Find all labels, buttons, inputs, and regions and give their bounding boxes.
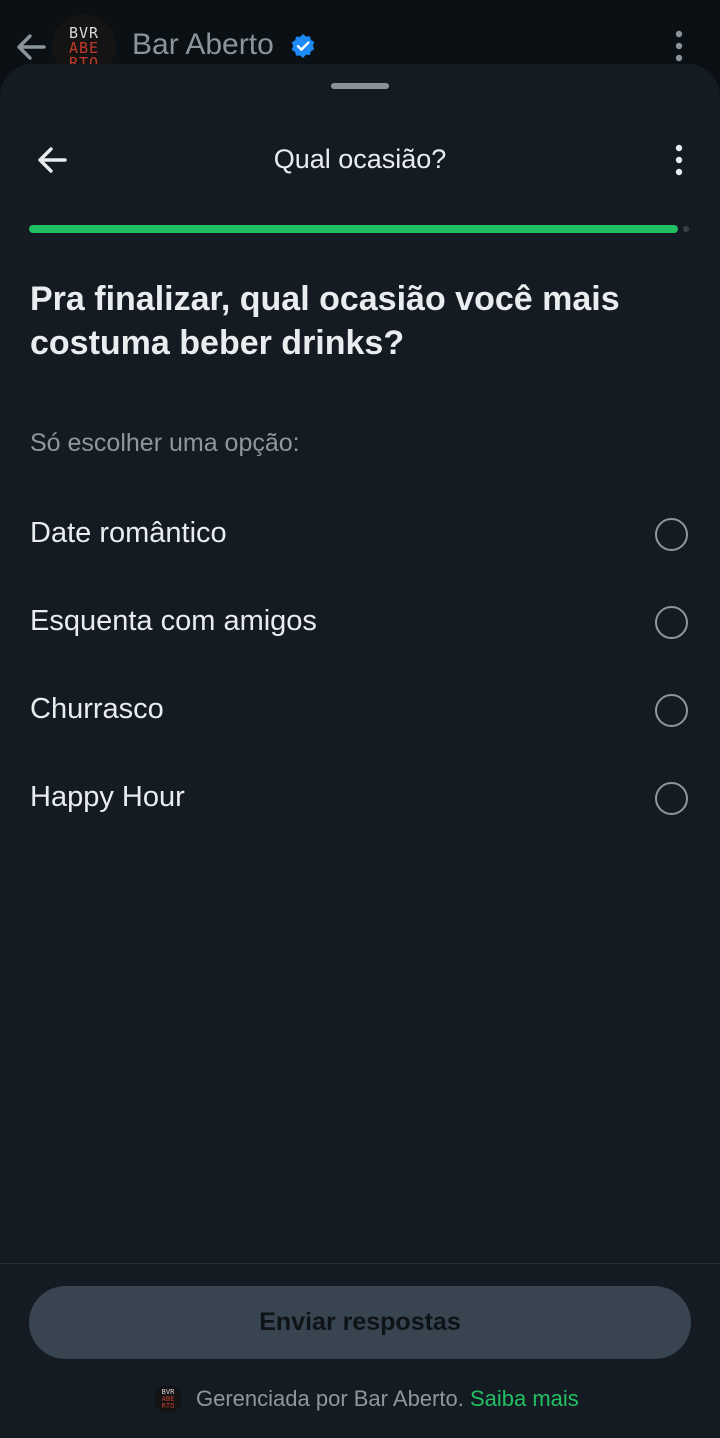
footer-divider — [0, 1263, 720, 1264]
learn-more-link[interactable]: Saiba mais — [470, 1386, 579, 1411]
managed-by-footer: BVR ABE RTO Gerenciada por Bar Aberto. S… — [0, 1385, 720, 1415]
managed-by-label: Gerenciada por Bar Aberto. — [196, 1386, 464, 1411]
option-label: Esquenta com amigos — [30, 605, 317, 637]
radio-button[interactable] — [655, 518, 688, 551]
question-text: Pra finalizar, qual ocasião você mais co… — [30, 280, 620, 362]
progress-bar — [29, 225, 691, 233]
option-esquenta-com-amigos[interactable]: Esquenta com amigos — [0, 578, 720, 666]
radio-button[interactable] — [655, 782, 688, 815]
option-label: Churrasco — [30, 693, 164, 725]
managed-by-text: Gerenciada por Bar Aberto. Saiba mais — [196, 1385, 579, 1413]
sheet-title: Qual ocasião? — [273, 144, 447, 174]
option-happy-hour[interactable]: Happy Hour — [0, 754, 720, 842]
flow-bottom-sheet: Qual ocasião? Pra finalizar, qual ocasiã… — [0, 64, 720, 1438]
radio-button[interactable] — [655, 606, 688, 639]
radio-button[interactable] — [655, 694, 688, 727]
back-arrow-icon[interactable] — [14, 30, 48, 64]
option-label: Happy Hour — [30, 781, 185, 813]
business-logo: BVR ABE RTO — [154, 1385, 182, 1413]
option-date-romantico[interactable]: Date romântico — [0, 490, 720, 578]
more-vertical-icon[interactable] — [670, 142, 688, 178]
option-label: Date romântico — [30, 517, 227, 549]
drag-handle[interactable] — [331, 83, 389, 89]
progress-remaining — [683, 226, 689, 232]
verified-badge-icon — [290, 33, 316, 59]
chat-name[interactable]: Bar Aberto — [132, 28, 274, 62]
submit-answers-button[interactable]: Enviar respostas — [29, 1286, 691, 1359]
more-vertical-icon[interactable] — [670, 28, 688, 64]
selection-hint: Só escolher uma opção: — [30, 429, 300, 457]
options-list: Date romântico Esquenta com amigos Churr… — [0, 490, 720, 842]
progress-fill — [29, 225, 678, 233]
option-churrasco[interactable]: Churrasco — [0, 666, 720, 754]
